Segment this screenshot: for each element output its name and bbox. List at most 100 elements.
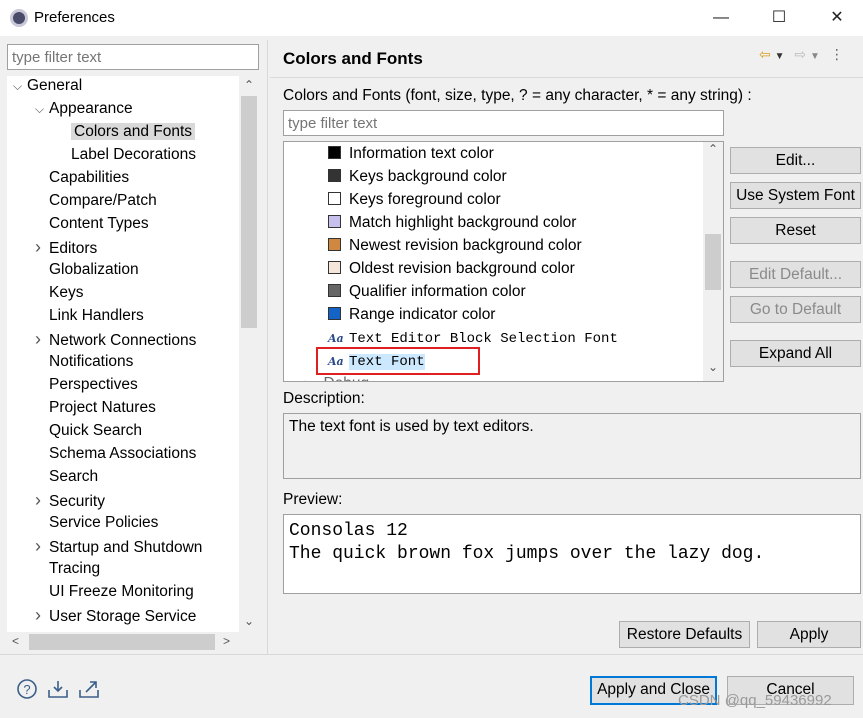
color-swatch-icon	[328, 146, 341, 159]
highlight-annotation-box	[316, 347, 480, 375]
tree-item[interactable]: › Security	[35, 489, 105, 511]
color-swatch-icon	[328, 192, 341, 205]
tree-item[interactable]: Link Handlers	[35, 305, 144, 327]
restore-defaults-button[interactable]: Restore Defaults	[619, 621, 750, 648]
tree-hscroll-thumb[interactable]	[29, 634, 215, 650]
tree-item[interactable]: Notifications	[35, 351, 133, 373]
tree-item-label: Keys	[49, 284, 84, 301]
tree-item-label: Quick Search	[49, 422, 143, 439]
tree-item-label: Network Connections	[49, 332, 197, 349]
footer-separator	[0, 654, 863, 655]
color-font-item[interactable]: Range indicator color	[328, 304, 495, 326]
preferences-window: Preferences — ☐ ✕ ⌵General⌵AppearanceCol…	[0, 0, 863, 718]
folder-icon[interactable]: ›	[304, 375, 313, 381]
color-swatch-icon	[328, 307, 341, 320]
colors-fonts-filter-input[interactable]	[283, 110, 724, 136]
tree-item-label: Content Types	[49, 215, 149, 232]
color-font-item[interactable]: Newest revision background color	[328, 235, 582, 257]
tree-item[interactable]: Service Policies	[35, 512, 158, 534]
colors-fonts-scrollbar[interactable]: ⌃ ⌄	[703, 142, 723, 381]
tree-item[interactable]: Keys	[35, 282, 83, 304]
colors-fonts-instructions: Colors and Fonts (font, size, type, ? = …	[283, 87, 752, 104]
tree-item[interactable]: UI Freeze Monitoring	[35, 581, 194, 603]
collapsed-chevron-icon[interactable]: ›	[35, 489, 49, 511]
panel-divider[interactable]	[267, 40, 268, 654]
color-font-item[interactable]: Qualifier information color	[328, 281, 526, 303]
edit-button[interactable]: Edit...	[730, 147, 861, 174]
color-font-item[interactable]: Match highlight background color	[328, 212, 576, 234]
tree-item[interactable]: Compare/Patch	[35, 190, 157, 212]
maximize-button[interactable]: ☐	[766, 6, 792, 30]
scroll-right-icon[interactable]: >	[223, 634, 230, 648]
tree-item[interactable]: Schema Associations	[35, 443, 196, 465]
left-filter-input[interactable]	[7, 44, 259, 70]
watermark-text: CSDN @qq_59436992	[678, 692, 832, 709]
minimize-button[interactable]: —	[708, 6, 734, 30]
back-arrow-icon[interactable]: ⇦	[759, 46, 771, 62]
tree-item-label: User Storage Service	[49, 608, 197, 625]
tree-item[interactable]: Search	[35, 466, 98, 488]
colors-fonts-scroll-thumb[interactable]	[705, 234, 721, 290]
scroll-down-icon[interactable]: ⌄	[708, 360, 718, 374]
scroll-up-icon[interactable]: ⌃	[244, 78, 254, 92]
collapsed-chevron-icon[interactable]: ›	[35, 535, 49, 557]
tree-item[interactable]: Globalization	[35, 259, 139, 281]
tree-horizontal-scrollbar[interactable]: < >	[7, 632, 259, 652]
expanded-chevron-icon[interactable]: ⌵	[35, 98, 49, 120]
back-menu-chevron-icon[interactable]: ▼	[775, 51, 785, 62]
tree-item[interactable]: Project Natures	[35, 397, 156, 419]
color-font-item[interactable]: Oldest revision background color	[328, 258, 575, 280]
forward-arrow-icon[interactable]: ⇨	[794, 46, 806, 62]
tree-item[interactable]: Capabilities	[35, 167, 129, 189]
tree-vertical-scrollbar[interactable]: ⌃ ⌄	[239, 76, 259, 632]
export-icon[interactable]	[78, 678, 100, 698]
color-font-item-label: Match highlight background color	[349, 214, 577, 231]
help-icon[interactable]: ?	[16, 678, 38, 699]
tree-scroll-thumb[interactable]	[241, 96, 257, 328]
edit-default-button[interactable]: Edit Default...	[730, 261, 861, 288]
tree-item-label: Service Policies	[49, 514, 159, 531]
expand-all-button[interactable]: Expand All	[730, 340, 861, 367]
tree-item[interactable]: Label Decorations	[57, 144, 196, 166]
title-bar: Preferences — ☐ ✕	[0, 0, 863, 36]
view-menu-icon[interactable]: ⋮	[830, 46, 844, 62]
tree-item[interactable]: ⌵ General	[13, 76, 82, 97]
scroll-down-icon[interactable]: ⌄	[244, 614, 254, 628]
color-font-item[interactable]: Information text color	[328, 143, 494, 165]
tree-item-label: Perspectives	[49, 376, 138, 393]
forward-menu-chevron-icon[interactable]: ▼	[810, 51, 820, 62]
go-to-default-button[interactable]: Go to Default	[730, 296, 861, 323]
import-icon[interactable]	[47, 678, 69, 698]
color-font-item-label: Debug	[323, 375, 369, 381]
color-font-item[interactable]: Aa Text Editor Block Selection Font	[328, 327, 618, 349]
collapsed-chevron-icon[interactable]: ›	[35, 236, 49, 258]
tree-item-label: Globalization	[49, 261, 139, 278]
description-label: Description:	[283, 390, 365, 407]
use-system-font-button[interactable]: Use System Font	[730, 182, 861, 209]
collapsed-chevron-icon[interactable]: ›	[35, 328, 49, 350]
tree-item[interactable]: › Editors	[35, 236, 97, 258]
tree-item[interactable]: Content Types	[35, 213, 149, 235]
scroll-left-icon[interactable]: <	[12, 634, 19, 648]
tree-item[interactable]: Colors and Fonts	[57, 121, 196, 143]
collapsed-chevron-icon[interactable]: ›	[35, 604, 49, 626]
tree-item-label: Compare/Patch	[49, 192, 157, 209]
tree-item[interactable]: › User Storage Service	[35, 604, 196, 626]
expanded-chevron-icon[interactable]: ⌵	[13, 76, 27, 97]
color-font-item-label: Oldest revision background color	[349, 260, 575, 277]
color-font-item[interactable]: Keys background color	[328, 166, 507, 188]
tree-item[interactable]: › Network Connections	[35, 328, 196, 350]
tree-item[interactable]: Perspectives	[35, 374, 138, 396]
tree-item-label: Search	[49, 468, 99, 485]
scroll-up-icon[interactable]: ⌃	[708, 142, 718, 156]
apply-button[interactable]: Apply	[757, 621, 861, 648]
close-button[interactable]: ✕	[824, 6, 850, 30]
tree-item[interactable]: › Startup and Shutdown	[35, 535, 202, 557]
color-font-item[interactable]: Keys foreground color	[328, 189, 501, 211]
tree-item[interactable]: Quick Search	[35, 420, 142, 442]
tree-item[interactable]: ⌵ Appearance	[35, 98, 133, 120]
colors-fonts-tree: ⌃ ⌄ Information text color Keys backgroun…	[283, 141, 724, 382]
tree-item[interactable]: Tracing	[35, 558, 100, 580]
reset-button[interactable]: Reset	[730, 217, 861, 244]
preview-sample-text: The quick brown fox jumps over the lazy …	[289, 544, 765, 564]
